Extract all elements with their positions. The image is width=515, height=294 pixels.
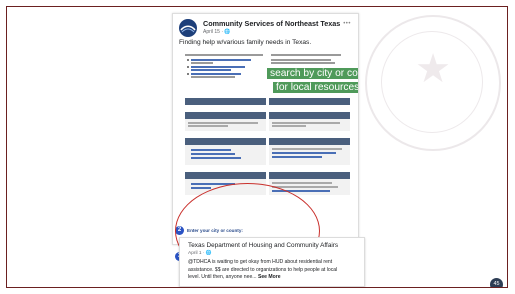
org-logo[interactable] — [179, 19, 197, 37]
org-name[interactable]: Community Services of Northeast Texas — [203, 19, 340, 28]
post-date[interactable]: April 15 · 🌐 — [203, 29, 231, 35]
tdhca-post-title[interactable]: Texas Department of Housing and Communit… — [188, 242, 338, 249]
post-text: Finding help w/various family needs in T… — [179, 39, 312, 46]
resource-tile[interactable] — [185, 138, 266, 165]
resource-tile[interactable] — [185, 98, 266, 105]
more-options-icon[interactable]: ••• — [343, 21, 351, 27]
state-seal-watermark: ★ — [365, 15, 501, 151]
resource-tile[interactable] — [269, 98, 350, 105]
resource-tile[interactable] — [185, 112, 266, 131]
see-more-link[interactable]: See More — [258, 274, 281, 280]
globe-icon: 🌐 — [205, 251, 212, 256]
tdhca-post-body: @TDHCA is waiting to get okay from HUD a… — [188, 259, 338, 281]
caption-search-by-city: search by city or county — [267, 68, 358, 79]
resource-tile[interactable] — [269, 138, 350, 165]
slide-page-number: 45 — [490, 278, 503, 287]
tdhca-post-date[interactable]: April 1 · 🌐 — [188, 251, 212, 256]
caption-local-resources: for local resources — [273, 82, 358, 93]
presentation-slide: ★ Community Services of Northeast Texas … — [6, 6, 508, 288]
resource-tile[interactable] — [269, 112, 350, 131]
tdhca-post: Texas Department of Housing and Communit… — [179, 237, 365, 287]
globe-icon: 🌐 — [224, 29, 231, 35]
